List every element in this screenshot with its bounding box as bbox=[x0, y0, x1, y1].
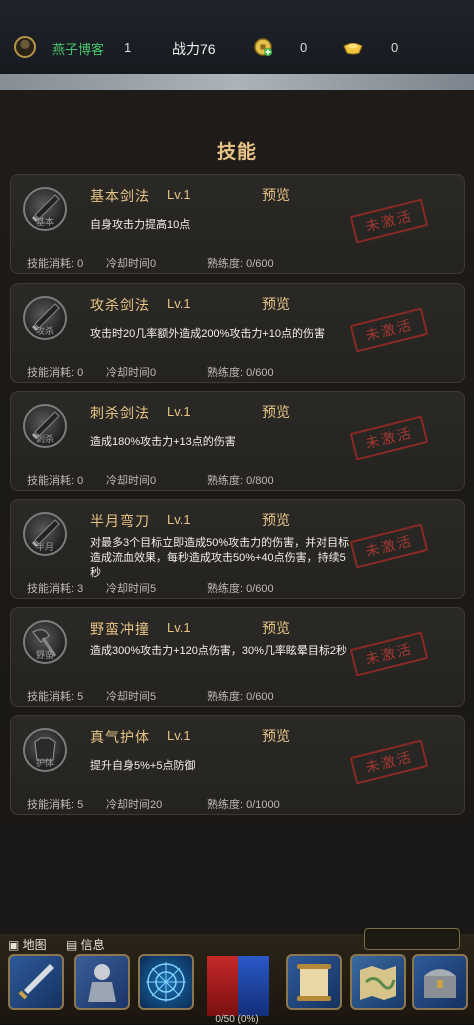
skill-card[interactable]: 刺杀 刺杀剑法 Lv.1 预览 造成180%攻击力+13点的伤害 技能消耗: 0… bbox=[10, 391, 465, 491]
icon-caption: 护体 bbox=[35, 758, 54, 768]
sword-skill-icon: 半月 bbox=[23, 512, 67, 556]
skill-description: 对最多3个目标立即造成50%攻击力的伤害，并对目标造成流血效果，每秒造成攻击50… bbox=[90, 537, 350, 579]
scroll-icon[interactable] bbox=[286, 954, 342, 1010]
skill-cost: 技能消耗: 0 bbox=[27, 475, 84, 487]
inactive-stamp: 未激活 bbox=[349, 631, 429, 677]
skill-proficiency: 熟练度: 0/600 bbox=[207, 258, 274, 270]
player-level: 1 bbox=[124, 40, 132, 55]
skill-cost: 技能消耗: 0 bbox=[27, 367, 84, 379]
skill-level: Lv.1 bbox=[167, 512, 191, 527]
header-divider bbox=[0, 74, 474, 90]
inactive-stamp: 未激活 bbox=[349, 739, 429, 785]
ingot-count: 0 bbox=[391, 40, 399, 55]
player-avatar[interactable] bbox=[14, 36, 36, 58]
preview-link[interactable]: 预览 bbox=[262, 618, 290, 638]
skill-description: 造成300%攻击力+120点伤害，30%几率眩晕目标2秒 bbox=[90, 645, 348, 657]
combat-power: 战力76 bbox=[172, 41, 216, 57]
skill-name: 攻杀剑法 bbox=[90, 297, 150, 313]
skill-cost: 技能消耗: 3 bbox=[27, 583, 84, 595]
skill-name: 野蛮冲撞 bbox=[90, 621, 150, 637]
skill-cooldown: 冷却时间0 bbox=[106, 367, 157, 379]
skill-cooldown: 冷却时间20 bbox=[106, 799, 163, 811]
armor-skill-icon: 护体 bbox=[23, 728, 67, 772]
inactive-stamp: 未激活 bbox=[349, 307, 429, 353]
skill-card[interactable]: 半月 半月弯刀 Lv.1 预览 对最多3个目标立即造成50%攻击力的伤害，并对目… bbox=[10, 499, 465, 599]
skill-card[interactable]: 野蛮 野蛮冲撞 Lv.1 预览 造成300%攻击力+120点伤害，30%几率眩晕… bbox=[10, 607, 465, 707]
map-tab[interactable]: ▣ 地图 bbox=[8, 936, 47, 953]
coin-count: 0 bbox=[300, 40, 308, 55]
icon-caption: 刺杀 bbox=[35, 434, 54, 444]
skill-name: 刺杀剑法 bbox=[90, 405, 150, 421]
skill-proficiency: 熟练度: 0/800 bbox=[207, 475, 274, 487]
skill-card[interactable]: 护体 真气护体 Lv.1 预览 提升自身5%+5点防御 技能消耗: 5 冷却时间… bbox=[10, 715, 465, 815]
skill-proficiency: 熟练度: 0/1000 bbox=[207, 799, 280, 811]
skill-cooldown: 冷却时间5 bbox=[106, 691, 157, 703]
sword-skill-icon: 攻杀 bbox=[23, 296, 67, 340]
skill-level: Lv.1 bbox=[167, 404, 191, 419]
skill-cooldown: 冷却时间0 bbox=[106, 475, 157, 487]
skill-proficiency: 熟练度: 0/600 bbox=[207, 583, 274, 595]
web-icon[interactable] bbox=[138, 954, 194, 1010]
sword-skill-icon: 刺杀 bbox=[23, 404, 67, 448]
skill-proficiency: 熟练度: 0/600 bbox=[207, 691, 274, 703]
preview-link[interactable]: 预览 bbox=[262, 185, 290, 205]
skill-level: Lv.1 bbox=[167, 620, 191, 635]
skill-name: 真气护体 bbox=[90, 729, 150, 745]
skill-cost: 技能消耗: 5 bbox=[27, 691, 84, 703]
skill-level: Lv.1 bbox=[167, 187, 191, 202]
icon-caption: 基本 bbox=[35, 217, 54, 227]
preview-link[interactable]: 预览 bbox=[262, 402, 290, 422]
skill-proficiency: 熟练度: 0/600 bbox=[207, 367, 274, 379]
map-icon[interactable] bbox=[350, 954, 406, 1010]
inactive-stamp: 未激活 bbox=[349, 198, 429, 244]
sword-icon[interactable] bbox=[8, 954, 64, 1010]
skill-description: 攻击时20几率额外造成200%攻击力+10点的伤害 bbox=[90, 328, 326, 340]
skill-name: 基本剑法 bbox=[90, 188, 150, 204]
icon-caption: 半月 bbox=[35, 542, 54, 552]
experience-text: 0/50 (0%) bbox=[215, 1014, 259, 1025]
hp-mp-orb bbox=[207, 956, 269, 1016]
skill-cooldown: 冷却时间5 bbox=[106, 583, 157, 595]
skill-description: 自身攻击力提高10点 bbox=[90, 219, 191, 231]
skill-card[interactable]: 基本 基本剑法 Lv.1 预览 自身攻击力提高10点 技能消耗: 0 冷却时间0… bbox=[10, 174, 465, 274]
skill-description: 造成180%攻击力+13点的伤害 bbox=[90, 436, 236, 448]
skill-description: 提升自身5%+5点防御 bbox=[90, 760, 196, 772]
skill-name: 半月弯刀 bbox=[90, 513, 150, 529]
inactive-stamp: 未激活 bbox=[349, 415, 429, 461]
preview-link[interactable]: 预览 bbox=[262, 294, 290, 314]
tab-frame bbox=[364, 928, 460, 950]
icon-caption: 野蛮 bbox=[35, 650, 54, 660]
coin-icon bbox=[254, 38, 272, 56]
info-tab[interactable]: ▤ 信息 bbox=[66, 936, 105, 953]
skill-cooldown: 冷却时间0 bbox=[106, 258, 157, 270]
skill-cost: 技能消耗: 0 bbox=[27, 258, 84, 270]
chest-icon[interactable] bbox=[412, 954, 468, 1010]
map-label: 地图 bbox=[22, 938, 47, 952]
player-name: 燕子博客 bbox=[52, 42, 105, 57]
armor-icon[interactable] bbox=[74, 954, 130, 1010]
skill-card[interactable]: 攻杀 攻杀剑法 Lv.1 预览 攻击时20几率额外造成200%攻击力+10点的伤… bbox=[10, 283, 465, 383]
preview-link[interactable]: 预览 bbox=[262, 726, 290, 746]
info-label: 信息 bbox=[80, 938, 105, 952]
page-title: 技能 bbox=[216, 142, 257, 163]
skill-level: Lv.1 bbox=[167, 728, 191, 743]
sword-skill-icon: 基本 bbox=[23, 187, 67, 231]
skill-cost: 技能消耗: 5 bbox=[27, 799, 84, 811]
skill-level: Lv.1 bbox=[167, 296, 191, 311]
icon-caption: 攻杀 bbox=[35, 326, 54, 336]
inactive-stamp: 未激活 bbox=[349, 523, 429, 569]
ingot-icon bbox=[343, 43, 363, 55]
axe-skill-icon: 野蛮 bbox=[23, 620, 67, 664]
preview-link[interactable]: 预览 bbox=[262, 510, 290, 530]
